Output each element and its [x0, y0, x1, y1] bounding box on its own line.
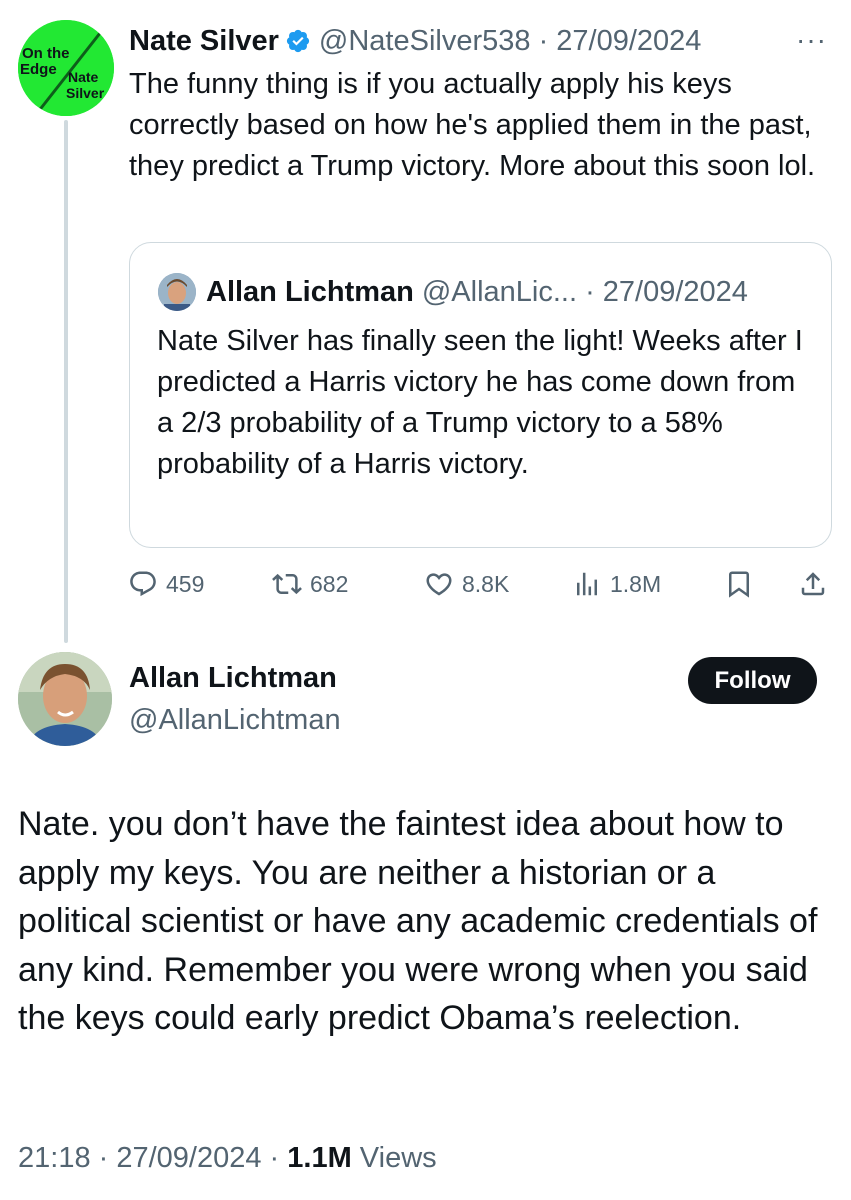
repost-icon	[272, 573, 302, 595]
reply-count: 459	[166, 570, 205, 597]
bookmark-button[interactable]	[724, 566, 762, 602]
like-count: 8.8K	[462, 570, 510, 597]
quoted-tweet-header: Allan Lichtman @AllanLic... · 27/09/2024	[206, 273, 748, 311]
thread-connector-line	[64, 120, 68, 643]
repost-button[interactable]: 682	[272, 566, 348, 602]
tweet-timestamp[interactable]: 21:18 · 27/09/2024 ·	[18, 1142, 287, 1174]
author-handle[interactable]: @AllanLichtman	[129, 704, 341, 737]
avatar-text-line1: On the	[22, 45, 70, 62]
follow-button[interactable]: Follow	[688, 657, 817, 704]
quoted-tweet-text: Nate Silver has finally seen the light! …	[157, 325, 803, 480]
tweet-text: The funny thing is if you actually apply…	[129, 68, 816, 182]
avatar-text-line4: Silver	[66, 85, 105, 101]
author-handle-date[interactable]: @NateSilver538 · 27/09/2024	[319, 25, 702, 58]
views-button[interactable]: 1.8M	[572, 566, 661, 602]
repost-count: 682	[310, 570, 349, 597]
avatar-text-line2: Edge	[20, 61, 57, 78]
quoted-author-handle-date: @AllanLic... · 27/09/2024	[421, 275, 748, 308]
author-avatar[interactable]	[18, 652, 112, 746]
verified-badge-icon	[285, 28, 311, 54]
tweet-views-label: Views	[351, 1142, 437, 1174]
reply-button[interactable]: 459	[128, 566, 204, 602]
share-icon	[801, 572, 825, 596]
views-chart-icon	[577, 572, 597, 596]
bookmark-icon	[729, 571, 749, 598]
tweet-views-count: 1.1M	[287, 1142, 352, 1174]
tweet-header: Nate Silver @NateSilver538 · 27/09/2024	[129, 22, 701, 60]
avatar-text-line3: Nate	[68, 69, 99, 85]
views-count: 1.8M	[610, 570, 662, 597]
book-cover-graphic: On the Edge Nate Silver	[18, 20, 114, 116]
quoted-author-avatar	[158, 273, 196, 311]
like-button[interactable]: 8.8K	[424, 566, 509, 602]
book-cover-avatar[interactable]: On the Edge Nate Silver	[18, 20, 114, 116]
quoted-tweet-card[interactable]: Allan Lichtman @AllanLic... · 27/09/2024…	[129, 242, 832, 548]
tweet-text: Nate. you don’t have the faintest idea a…	[18, 805, 818, 1037]
more-options-icon[interactable]: ···	[796, 24, 827, 56]
tweet-metadata: 21:18 · 27/09/2024 · 1.1M Views	[18, 1142, 437, 1175]
author-name[interactable]: Nate Silver	[129, 25, 279, 58]
heart-icon	[426, 573, 452, 596]
quoted-author-name: Allan Lichtman	[206, 275, 414, 308]
reply-icon	[130, 571, 156, 597]
author-name[interactable]: Allan Lichtman	[129, 662, 337, 695]
share-button[interactable]	[798, 566, 836, 602]
